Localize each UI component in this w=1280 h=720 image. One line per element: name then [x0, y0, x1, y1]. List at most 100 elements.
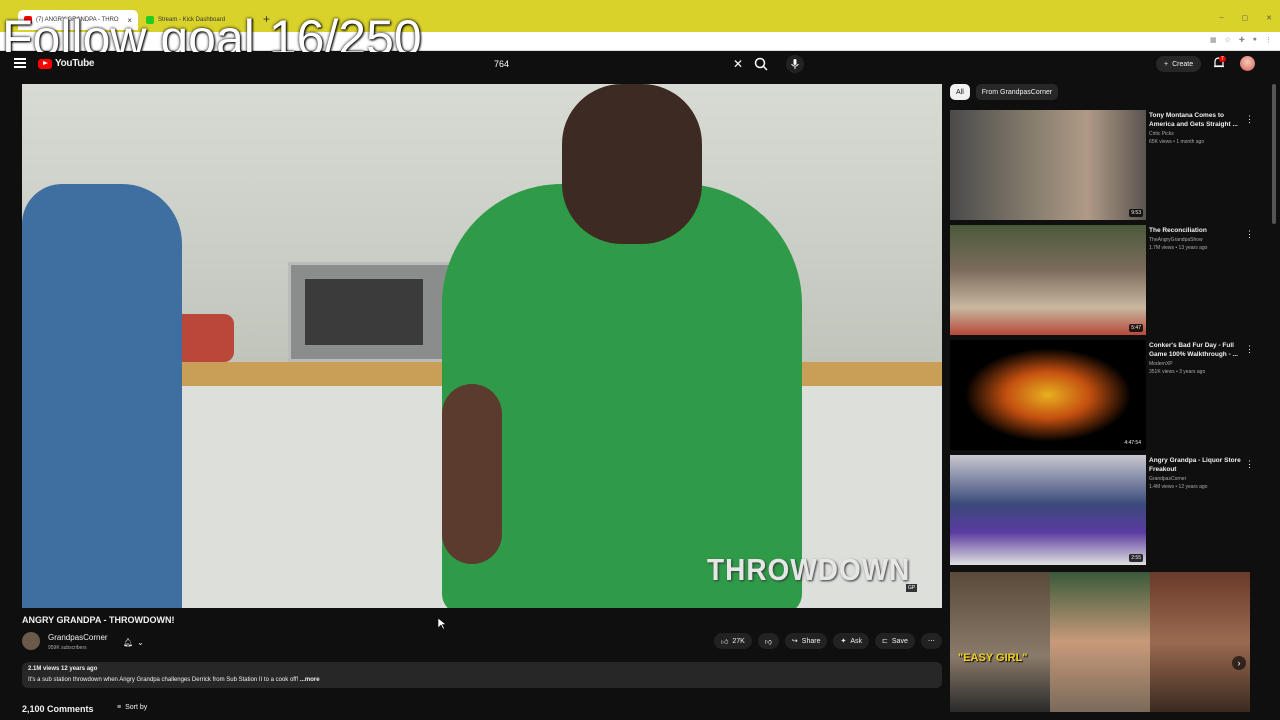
chevron-right-icon[interactable]: › — [1232, 656, 1246, 670]
plus-icon: + — [1164, 60, 1169, 68]
share-label: Share — [801, 637, 821, 645]
close-window-icon[interactable]: ✕ — [1266, 14, 1272, 22]
sort-icon: ≡ — [117, 704, 122, 711]
extension-icon[interactable]: ▦ — [1210, 36, 1217, 44]
more-icon: ⋯ — [927, 638, 935, 645]
channel-name[interactable]: GrandpasCorner — [48, 633, 108, 642]
toolbar-icons: ▦ ☆ ✚ ● ⋮ — [1210, 36, 1272, 44]
share-button[interactable]: ↪ Share — [784, 633, 828, 649]
search-input[interactable] — [492, 58, 726, 70]
video-actions: 👍︎ 27K 👎︎ ↪ Share ✦ Ask ⊏ Save ⋯ — [714, 633, 942, 649]
video-thumbnail[interactable]: 2:55 — [950, 455, 1146, 565]
recommended-channel[interactable]: GrandpasCorner — [1149, 476, 1249, 482]
video-player[interactable]: THROWDOWN GP — [22, 84, 942, 608]
recommended-title[interactable]: Angry Grandpa - Liquor Store Freakout — [1149, 456, 1249, 474]
chip-from-channel[interactable]: From GrandpasCorner — [975, 84, 1059, 100]
like-count: 27K — [732, 637, 745, 645]
create-label: Create — [1172, 60, 1194, 68]
filter-chips: All From GrandpasCorner — [950, 84, 1059, 100]
duration-badge: 4:47:54 — [1122, 439, 1143, 447]
like-button[interactable]: 👍︎ 27K — [714, 633, 752, 649]
maximize-icon[interactable]: ▢ — [1242, 14, 1249, 22]
short-thumbnail[interactable] — [1050, 572, 1150, 712]
chip-all[interactable]: All — [950, 84, 970, 100]
recommended-title[interactable]: Tony Montana Comes to America and Gets S… — [1149, 111, 1249, 129]
share-icon: ↪ — [791, 638, 798, 645]
puzzle-icon[interactable]: ✚ — [1239, 36, 1245, 44]
duration-badge: 5:47 — [1129, 324, 1143, 332]
recommended-video[interactable]: 9:53 Tony Montana Comes to America and G… — [950, 110, 1268, 222]
recommended-video[interactable]: 2:55 Angry Grandpa - Liquor Store Freako… — [950, 455, 1268, 567]
microphone-icon — [791, 59, 799, 69]
description-box[interactable]: 2.1M views 12 years ago It's a sub stati… — [22, 662, 942, 688]
menu-dots-icon[interactable]: ⋮ — [1265, 36, 1272, 44]
recommended-channel[interactable]: ModernXP — [1149, 361, 1249, 367]
mouse-cursor-icon — [438, 618, 446, 630]
channel-watermark-logo[interactable]: GP — [906, 584, 918, 592]
clear-search-icon[interactable]: ✕ — [733, 57, 743, 71]
more-actions-button[interactable]: ⋯ — [920, 633, 942, 649]
save-label: Save — [891, 637, 908, 645]
bookmark-icon[interactable]: ☆ — [1225, 36, 1231, 44]
create-button[interactable]: + Create — [1156, 56, 1202, 72]
description-text: It's a sub station throwdown when Angry … — [28, 677, 300, 683]
more-options-icon[interactable]: ⋮ — [1245, 229, 1254, 240]
recommended-channel[interactable]: Critic Picks — [1149, 131, 1249, 137]
save-button[interactable]: ⊏ Save — [875, 633, 915, 649]
channel-avatar[interactable] — [22, 632, 40, 650]
video-scene-person-left — [22, 184, 182, 608]
search-box[interactable] — [480, 54, 748, 74]
youtube-play-icon — [38, 58, 52, 69]
bell-icon: 🔔︎ — [123, 637, 134, 647]
thumbs-down-icon: 👎︎ — [764, 638, 772, 646]
video-thumbnail[interactable]: 4:47:54 — [950, 340, 1146, 450]
recommended-title[interactable]: The Reconciliation — [1149, 226, 1249, 235]
notification-badge: 7 — [1219, 56, 1226, 62]
scrollbar[interactable] — [1272, 84, 1276, 224]
bookmark-icon: ⊏ — [882, 638, 888, 645]
youtube-logo[interactable]: YouTube — [38, 58, 95, 69]
sort-label: Sort by — [125, 704, 148, 711]
video-stats: 2.1M views 12 years ago — [28, 666, 98, 672]
profile-icon[interactable]: ● — [1253, 36, 1257, 44]
sparkle-icon: ✦ — [840, 638, 847, 645]
dislike-button[interactable]: 👎︎ — [757, 633, 779, 649]
logo-text: YouTube — [55, 58, 95, 69]
recommended-meta: 351K views • 3 years ago — [1149, 369, 1206, 375]
voice-search-button[interactable] — [786, 55, 804, 73]
duration-badge: 9:53 — [1129, 209, 1143, 217]
short-caption: "EASY GIRL" — [958, 652, 1028, 664]
thumbs-up-icon: 👍︎ — [721, 638, 729, 646]
video-watermark: THROWDOWN — [707, 552, 911, 587]
video-title: ANGRY GRANDPA - THROWDOWN! — [22, 615, 175, 625]
short-thumbnail[interactable]: › — [1150, 572, 1250, 712]
sort-by-button[interactable]: ≡ Sort by — [117, 704, 147, 711]
hamburger-menu-icon[interactable] — [14, 58, 26, 68]
video-thumbnail[interactable]: 9:53 — [950, 110, 1146, 220]
comments-count: 2,100 Comments — [22, 704, 94, 714]
description-text-row: It's a sub station throwdown when Angry … — [28, 677, 320, 683]
recommended-video[interactable]: 4:47:54 Conker's Bad Fur Day - Full Game… — [950, 340, 1268, 452]
more-options-icon[interactable]: ⋮ — [1245, 344, 1254, 355]
recommended-meta: 65K views • 1 month ago — [1149, 139, 1205, 145]
short-thumbnail[interactable]: "EASY GIRL" — [950, 572, 1050, 712]
more-options-icon[interactable]: ⋮ — [1245, 114, 1254, 125]
recommended-video[interactable]: 5:47 The Reconciliation TheAngryGrandpaS… — [950, 225, 1268, 337]
search-icon[interactable] — [753, 56, 769, 72]
more-link[interactable]: ...more — [300, 677, 320, 683]
window-controls: – ▢ ✕ — [1220, 14, 1272, 22]
recommended-channel[interactable]: TheAngryGrandpaShow — [1149, 237, 1249, 243]
video-scene-head — [562, 84, 702, 244]
ask-button[interactable]: ✦ Ask — [833, 633, 870, 649]
recommended-meta: 1.4M views • 12 years ago — [1149, 484, 1208, 490]
video-thumbnail[interactable]: 5:47 — [950, 225, 1146, 335]
minimize-icon[interactable]: – — [1220, 14, 1224, 22]
more-options-icon[interactable]: ⋮ — [1245, 459, 1254, 470]
user-avatar[interactable] — [1240, 56, 1255, 71]
ask-label: Ask — [850, 637, 863, 645]
recommended-title[interactable]: Conker's Bad Fur Day - Full Game 100% Wa… — [1149, 341, 1249, 359]
subscriber-count: 959K subscribers — [48, 645, 87, 651]
subscription-bell-button[interactable]: 🔔︎ ⌄ — [120, 635, 154, 649]
recommended-meta: 1.7M views • 13 years ago — [1149, 245, 1208, 251]
duration-badge: 2:55 — [1129, 554, 1143, 562]
